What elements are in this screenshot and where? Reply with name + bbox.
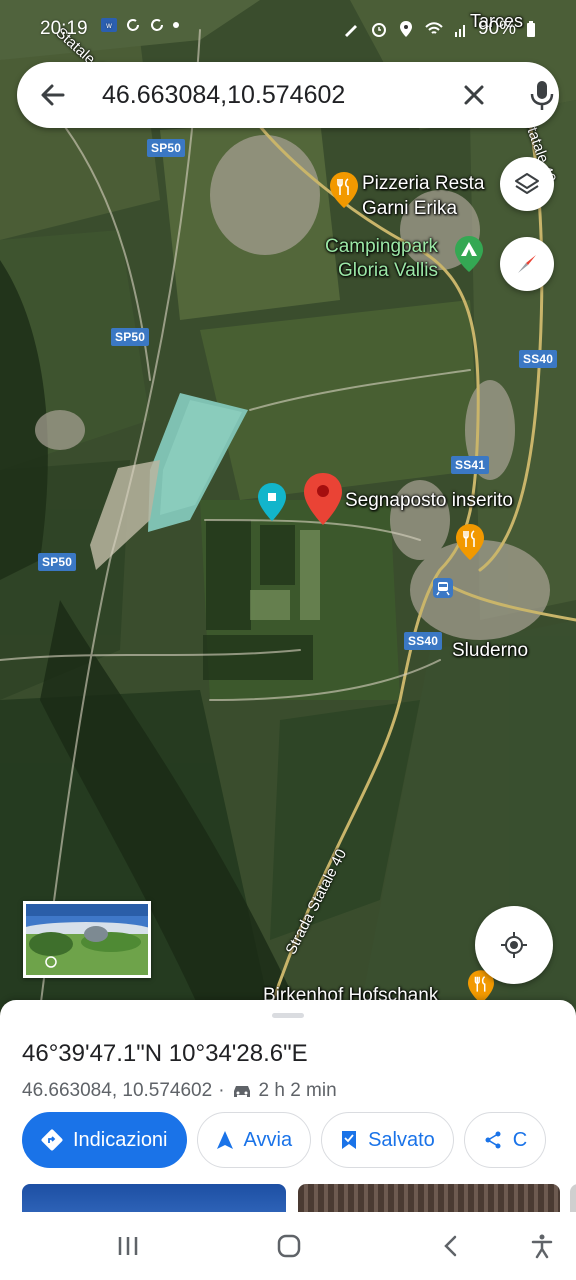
edit-icon <box>344 25 357 37</box>
status-time: 20:19 <box>40 18 88 39</box>
battery-icon <box>527 21 535 37</box>
photo-thumbnail[interactable] <box>298 1184 560 1214</box>
poi-campground[interactable] <box>455 236 483 277</box>
location-icon <box>399 21 412 37</box>
road-shield-sp50: SP50 <box>38 553 77 571</box>
wifi-icon <box>425 22 443 34</box>
my-location-button[interactable] <box>475 906 553 984</box>
map-view[interactable]: SP50 SP50 SP50 SS40 SS41 SS40 Statale 41… <box>0 0 576 1010</box>
home-icon[interactable] <box>275 1232 303 1260</box>
dot-icon <box>173 22 179 28</box>
campground-icon <box>455 236 483 272</box>
navigation-arrow-icon <box>216 1131 233 1149</box>
my-location-icon <box>501 932 527 958</box>
restaurant-icon <box>456 524 484 560</box>
microphone-icon[interactable] <box>525 77 559 113</box>
saved-button[interactable]: Salvato <box>321 1112 454 1168</box>
search-input[interactable]: 46.663084,10.574602 <box>102 81 345 110</box>
place-label-gloria-vallis[interactable]: Gloria Vallis <box>338 260 438 282</box>
car-icon <box>233 1086 250 1097</box>
system-icons: 90% <box>342 18 536 40</box>
place-label-pizzeria[interactable]: Pizzeria Resta <box>362 173 485 195</box>
back-icon[interactable] <box>437 1232 465 1260</box>
poi-pizzeria[interactable] <box>330 172 358 213</box>
close-icon[interactable] <box>458 79 490 111</box>
word-app-icon: W <box>101 18 117 32</box>
pin-label: Segnaposto inserito <box>345 490 513 511</box>
place-label-campingpark[interactable]: Campingpark <box>325 236 438 258</box>
action-chips: Indicazioni Avvia Salvato C <box>22 1112 547 1168</box>
street-view-image <box>26 904 148 975</box>
bookmark-icon <box>342 1131 357 1149</box>
notification-icons: W <box>100 16 180 34</box>
alarm-icon <box>371 23 386 37</box>
teal-pin[interactable] <box>258 483 286 526</box>
sync-icon <box>151 19 163 31</box>
street-view-thumbnail[interactable] <box>23 901 151 978</box>
train-station[interactable] <box>433 578 453 603</box>
compass-icon <box>518 255 536 273</box>
photo-strip[interactable] <box>22 1184 576 1214</box>
recent-apps-icon[interactable] <box>114 1232 142 1260</box>
place-label-sluderno[interactable]: Sluderno <box>452 640 528 662</box>
drive-time: 2 h 2 min <box>258 1080 337 1101</box>
accessibility-icon[interactable] <box>528 1232 556 1260</box>
share-label: C <box>512 1128 528 1151</box>
svg-text:W: W <box>106 23 112 30</box>
separator-dot: · <box>218 1080 225 1101</box>
saved-label: Salvato <box>368 1128 435 1151</box>
directions-button[interactable]: Indicazioni <box>22 1112 187 1168</box>
layers-button[interactable] <box>500 157 554 211</box>
photo-thumbnail[interactable] <box>22 1184 286 1214</box>
start-label: Avvia <box>243 1128 293 1151</box>
road-shield-sp50: SP50 <box>111 328 150 346</box>
share-button[interactable]: C <box>463 1112 547 1168</box>
road-shield-ss41: SS41 <box>451 456 490 474</box>
back-arrow-icon[interactable] <box>37 79 69 111</box>
road-shield-ss40: SS40 <box>519 350 558 368</box>
photo-thumbnail[interactable] <box>570 1184 576 1214</box>
road-shield-ss40: SS40 <box>404 632 443 650</box>
compass-button[interactable] <box>500 237 554 291</box>
road-shield-sp50: SP50 <box>147 139 186 157</box>
coordinates-dms: 46°39'47.1"N 10°34'28.6"E <box>22 1040 308 1067</box>
sync-icon <box>127 19 139 31</box>
signal-icon <box>454 25 465 37</box>
search-bar[interactable]: 46.663084,10.574602 <box>17 62 559 128</box>
restaurant-icon <box>330 172 358 208</box>
system-nav-bar <box>0 1212 576 1280</box>
coordinates-decimal: 46.663084, 10.574602 <box>22 1080 213 1101</box>
directions-label: Indicazioni <box>73 1128 168 1151</box>
red-pin-icon <box>304 473 342 525</box>
teal-pin-icon <box>258 483 286 521</box>
share-icon <box>485 1131 501 1149</box>
start-button[interactable]: Avvia <box>196 1112 312 1168</box>
train-icon <box>433 578 453 598</box>
poi-restaurant[interactable] <box>456 524 484 565</box>
battery-level: 90% <box>477 18 516 39</box>
directions-icon <box>41 1129 63 1151</box>
layers-icon <box>515 173 539 194</box>
coordinates-line: 46.663084, 10.574602 · 2 h 2 min <box>22 1080 337 1102</box>
place-label-pizzeria-line2[interactable]: Garni Erika <box>362 198 457 220</box>
sheet-drag-handle[interactable] <box>272 1013 304 1018</box>
status-bar: 20:19 W 90% <box>0 0 576 56</box>
dropped-pin[interactable] <box>304 473 342 530</box>
